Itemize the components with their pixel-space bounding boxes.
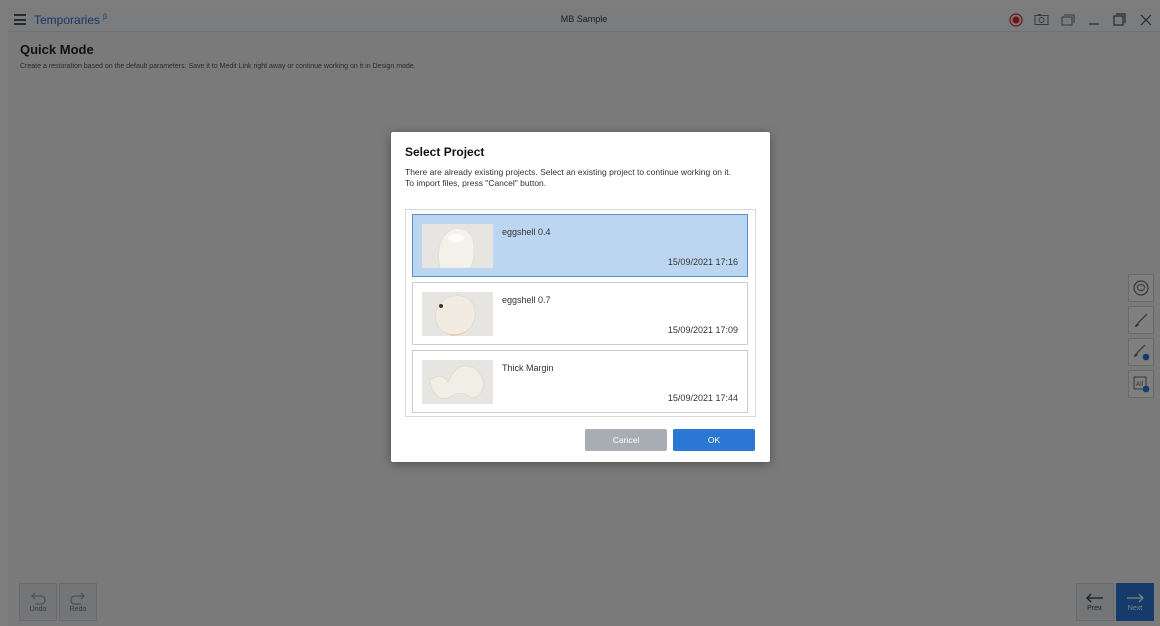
project-date: 15/09/2021 17:44	[667, 393, 738, 403]
project-item[interactable]: eggshell 0.7 15/09/2021 17:09	[412, 282, 748, 345]
dialog-message-line2: To import files, press "Cancel" button.	[405, 177, 547, 188]
project-name: Thick Margin	[502, 363, 554, 373]
project-thumbnail	[422, 292, 493, 336]
project-thumbnail	[422, 224, 493, 268]
project-name: eggshell 0.4	[502, 227, 551, 237]
select-project-dialog: Select Project There are already existin…	[391, 132, 770, 462]
project-thumbnail	[422, 360, 493, 404]
ok-button[interactable]: OK	[673, 429, 755, 451]
dialog-message-line1: There are already existing projects. Sel…	[405, 167, 732, 177]
project-date: 15/09/2021 17:16	[667, 257, 738, 267]
project-item[interactable]: eggshell 0.4 15/09/2021 17:16	[412, 214, 748, 277]
project-name: eggshell 0.7	[502, 295, 551, 305]
dialog-message: There are already existing projects. Sel…	[405, 167, 757, 188]
project-list[interactable]: eggshell 0.4 15/09/2021 17:16 eggshell 0…	[405, 209, 756, 417]
dialog-title: Select Project	[405, 145, 485, 159]
cancel-button[interactable]: Cancel	[585, 429, 667, 451]
project-date: 15/09/2021 17:09	[667, 325, 738, 335]
project-item[interactable]: Thick Margin 15/09/2021 17:44	[412, 350, 748, 413]
